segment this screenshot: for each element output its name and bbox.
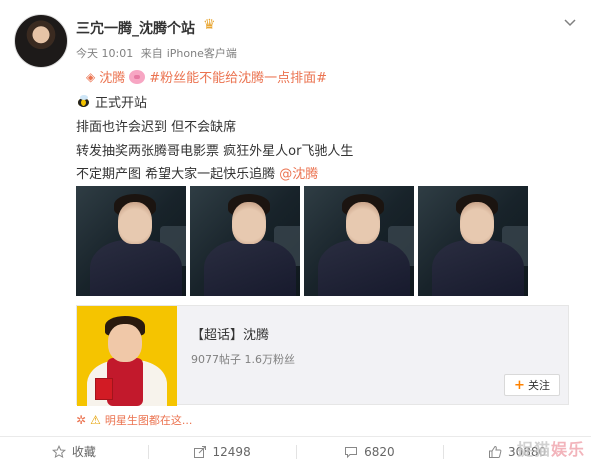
weibo-post: 三宂一腾_沈腾个站 ♛ 今天 10:01 来自 iPhone客户端 ◈ 沈腾 #粉… [0,0,591,466]
supertopic-stats: 9077帖子 1.6万粉丝 [191,353,295,366]
topic-line[interactable]: ◈ 沈腾 #粉丝能不能给沈腾一点排面# [86,67,327,86]
text-line-4: 不定期产图 希望大家一起快乐追腾 @沈腾 [76,163,318,182]
warning-icon: ⚠ [90,413,101,427]
like-icon [489,445,502,458]
star-icon [51,444,66,458]
text-line-1-label: 正式开站 [95,96,148,111]
watermark-accent: 娱乐 [550,440,585,459]
plus-icon: + [514,377,525,393]
topic-name[interactable]: 沈腾 [99,67,125,86]
post-photo[interactable] [418,186,528,296]
avatar[interactable] [14,14,68,68]
comment-count: 6820 [364,444,395,459]
crown-icon: ♛ [203,17,216,33]
comment-button[interactable]: 6820 [295,437,444,466]
follow-label: 关注 [527,379,550,392]
chevron-down-icon[interactable] [563,14,577,28]
repost-button[interactable]: 12498 [147,437,296,466]
post-meta: 今天 10:01 来自 iPhone客户端 [76,45,241,61]
post-device[interactable]: iPhone客户端 [167,47,237,60]
supertopic-card[interactable]: 【超话】沈腾 9077帖子 1.6万粉丝 + 关注 [76,305,569,406]
photo-grid [76,186,528,296]
flower-icon: ✲ [76,413,87,427]
supertopic-icon: ◈ [86,69,96,84]
text-line-1: 正式开站 [76,92,147,111]
supertopic-title[interactable]: 【超话】沈腾 [191,324,269,343]
source-line[interactable]: ✲ ⚠ 明星生图都在这... [76,412,192,428]
action-bar: 收藏 12498 6820 30880 [0,436,591,466]
bee-emoji-icon [76,94,91,109]
author-name[interactable]: 三宂一腾_沈腾个站 [76,18,195,38]
topic-hashtag[interactable]: #粉丝能不能给沈腾一点排面# [149,67,327,86]
pig-emoji-icon [129,69,146,84]
source-label[interactable]: 明星生图都在这... [105,412,193,428]
post-photo[interactable] [76,186,186,296]
post-photo[interactable] [190,186,300,296]
watermark-main: 捉猫 [516,440,551,459]
post-photo[interactable] [304,186,414,296]
source-prefix: 来自 [140,47,163,60]
comment-icon [345,446,358,458]
text-line-2: 排面也许会迟到 但不会缺席 [76,120,237,135]
favorite-button[interactable]: 收藏 [0,437,148,466]
supertopic-cover-image[interactable] [77,306,177,406]
mention-link[interactable]: @沈腾 [279,167,318,182]
text-line-3: 转发抽奖两张腾哥电影票 疯狂外星人or飞驰人生 [76,144,354,159]
repost-count: 12498 [212,444,251,459]
favorite-label: 收藏 [71,445,96,459]
share-icon [193,445,206,458]
follow-button[interactable]: + 关注 [504,374,560,396]
text-line-4-label: 不定期产图 希望大家一起快乐追腾 [76,167,280,182]
post-time[interactable]: 今天 10:01 [76,47,133,60]
watermark-logo: 捉猫娱乐 [517,436,585,460]
